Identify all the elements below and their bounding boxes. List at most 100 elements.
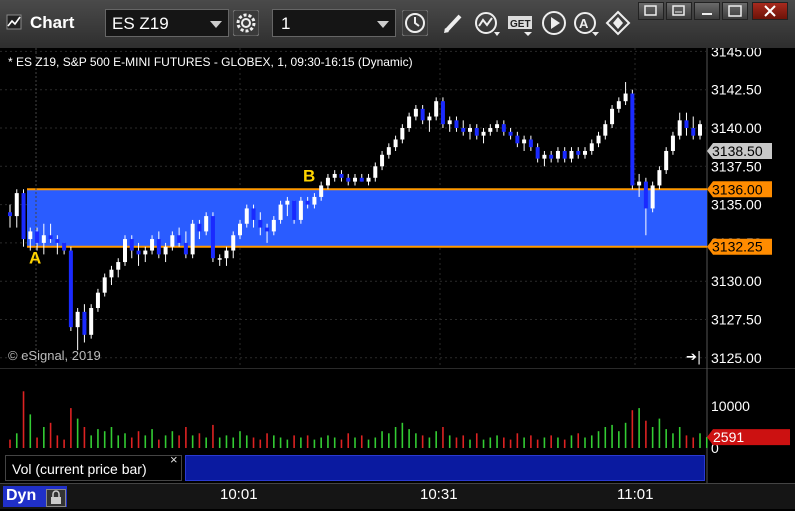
svg-text:GET: GET <box>510 19 531 30</box>
link-arrows-icon[interactable] <box>605 10 631 36</box>
time-label: 10:31 <box>420 486 458 503</box>
candle-body <box>569 150 574 159</box>
candle-body <box>380 154 385 167</box>
candle-body <box>62 242 67 251</box>
candle-body <box>163 246 168 255</box>
candle-body <box>95 292 100 309</box>
price-tick-label: 3135.00 <box>711 197 762 213</box>
price-chart[interactable]: 3145.00 3142.50 3140.00 3137.50 3135.00 3132.… <box>0 48 795 368</box>
settings-gear-icon[interactable] <box>233 10 259 36</box>
candle-body <box>454 120 459 128</box>
interval-value: 1 <box>281 14 291 33</box>
candle-body <box>123 239 127 263</box>
pencil-draw-icon[interactable] <box>440 10 466 36</box>
candle-body <box>616 101 621 109</box>
candle-body <box>562 150 567 159</box>
alert-icon[interactable]: A <box>573 10 599 36</box>
range-band <box>27 189 707 247</box>
candle-body <box>427 116 432 121</box>
candle-body <box>339 173 344 178</box>
study-wave-icon[interactable] <box>474 10 500 36</box>
price-tick-label: 3145.00 <box>711 48 762 59</box>
candle-body <box>197 223 202 232</box>
candle-body <box>589 143 594 151</box>
candle-body <box>28 231 33 240</box>
candle-body <box>359 177 364 182</box>
chevron-down-icon <box>377 21 389 28</box>
dynamic-button[interactable]: Dyn <box>3 486 67 507</box>
scroll-end-icon[interactable]: ➔| <box>686 350 701 365</box>
chevron-down-icon <box>210 21 222 28</box>
candle-body <box>684 120 689 128</box>
volume-study-bar[interactable] <box>185 455 705 481</box>
candle-body <box>583 150 587 155</box>
volume-study-label[interactable]: Vol (current price bar) <box>5 455 182 481</box>
candle-body <box>82 311 87 335</box>
price-tick-label: 3130.00 <box>711 273 762 289</box>
play-icon[interactable] <box>541 10 567 36</box>
candle-body <box>373 166 378 178</box>
chart-header: * ES Z19, S&P 500 E-MINI FUTURES - GLOBE… <box>8 55 413 69</box>
candle-body <box>210 216 215 259</box>
candle-body <box>522 139 527 144</box>
maximize-button[interactable] <box>722 2 748 20</box>
candle-body <box>461 128 466 132</box>
candle-body <box>238 223 242 236</box>
price-tick-label: 3142.50 <box>711 82 762 98</box>
candle-body <box>55 239 60 243</box>
candle-body <box>109 269 114 278</box>
candle-body <box>528 139 533 148</box>
title-bar: Chart ES Z19 1 GET A <box>0 0 795 49</box>
candle-body <box>68 250 73 328</box>
candle-body <box>177 235 182 243</box>
candle-body <box>332 173 337 178</box>
candle-body <box>312 196 317 205</box>
candle-body <box>150 239 155 251</box>
candle-body <box>278 204 283 220</box>
volume-label-text: Vol (current price bar) <box>12 461 147 477</box>
lock-icon[interactable] <box>46 489 66 507</box>
candle-body <box>298 200 303 220</box>
candle-body <box>244 208 249 224</box>
copyright-text: © eSignal, 2019 <box>8 348 101 363</box>
candle-body <box>623 93 628 102</box>
candle-body <box>190 223 195 255</box>
candle-body <box>481 131 486 136</box>
candle-body <box>102 277 107 293</box>
candle-body <box>292 200 297 220</box>
candle-body <box>129 239 134 251</box>
candle-body <box>319 185 324 197</box>
minimize-to-tab-button[interactable] <box>666 2 692 20</box>
candle-body <box>183 242 188 255</box>
candle-body <box>14 193 19 217</box>
candle-body <box>386 147 391 155</box>
annotation-b: B <box>303 166 315 185</box>
close-button[interactable] <box>752 2 788 20</box>
candle-body <box>630 93 635 186</box>
candle-body <box>440 101 445 125</box>
candle-body <box>41 235 46 243</box>
dynamic-label: Dyn <box>6 487 37 504</box>
candle-body <box>35 231 40 243</box>
time-axis-bar: Dyn <box>0 483 795 509</box>
app-title: Chart <box>30 13 75 32</box>
candle-body <box>508 131 513 136</box>
candle-body <box>285 200 290 205</box>
minimize-button[interactable] <box>694 2 720 20</box>
symbol-dropdown[interactable]: ES Z19 <box>105 9 229 37</box>
candle-body <box>217 258 222 260</box>
candle-body <box>488 128 493 132</box>
candle-body <box>576 150 581 155</box>
interval-dropdown[interactable]: 1 <box>272 9 396 37</box>
candle-body <box>265 227 270 232</box>
candle-body <box>170 235 175 247</box>
candle-body <box>271 219 276 232</box>
close-study-icon[interactable]: × <box>170 452 178 467</box>
clock-icon[interactable] <box>402 10 428 36</box>
restore-tile-button[interactable] <box>638 2 664 20</box>
candle-body <box>420 108 425 121</box>
get-data-icon[interactable]: GET <box>507 10 533 36</box>
chart-app-icon <box>6 14 22 30</box>
candle-body <box>447 120 452 125</box>
candle-body <box>366 177 371 182</box>
